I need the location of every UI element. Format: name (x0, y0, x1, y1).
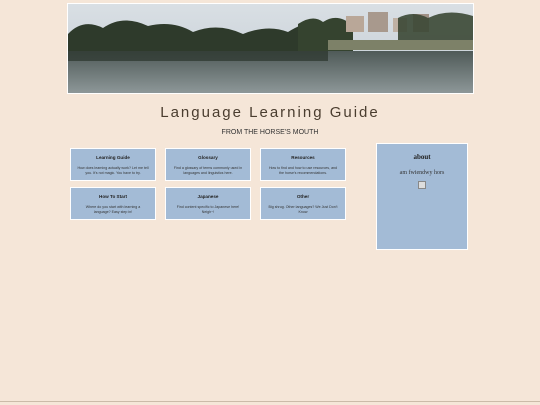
about-body: am fwiendwy hors (399, 170, 445, 176)
card-description: Find content specific to Japanese here! … (176, 205, 240, 214)
card-title: Resources (291, 155, 315, 160)
card-description: Where do you start with learning a langu… (85, 205, 141, 214)
card-japanese[interactable]: Japanese Find content specific to Japane… (165, 187, 251, 220)
card-title: Other (296, 194, 310, 199)
card-title: How To Start (99, 194, 127, 199)
card-title: Learning Guide (96, 155, 130, 160)
card-other[interactable]: Other Big shrug. Other languages? We Jus… (260, 187, 346, 220)
card-glossary[interactable]: Glossary Find a glossary of terms common… (165, 148, 251, 181)
card-description: How to find and how to use resources, an… (268, 166, 338, 175)
broken-image-icon (418, 181, 426, 189)
card-learning-guide[interactable]: Learning Guide How does learning actuall… (70, 148, 156, 181)
card-how-to-start[interactable]: How To Start Where do you start with lea… (70, 187, 156, 220)
about-panel: about am fwiendwy hors (376, 143, 468, 250)
card-title: Japanese (197, 194, 219, 199)
card-title: Glossary (198, 155, 218, 160)
card-description: Big shrug. Other languages? We Just Don'… (268, 205, 338, 214)
banner-image (67, 3, 474, 94)
card-description: Find a glossary of terms commonly used i… (173, 166, 243, 175)
site-tagline: FROM THE HORSE'S MOUTH (221, 129, 319, 136)
card-resources[interactable]: Resources How to find and how to use res… (260, 148, 346, 181)
about-title: about (413, 153, 431, 161)
site-title: Language Learning Guide (160, 104, 380, 121)
page-divider (0, 401, 540, 402)
card-description: How does learning actually work? Let me … (77, 166, 149, 175)
